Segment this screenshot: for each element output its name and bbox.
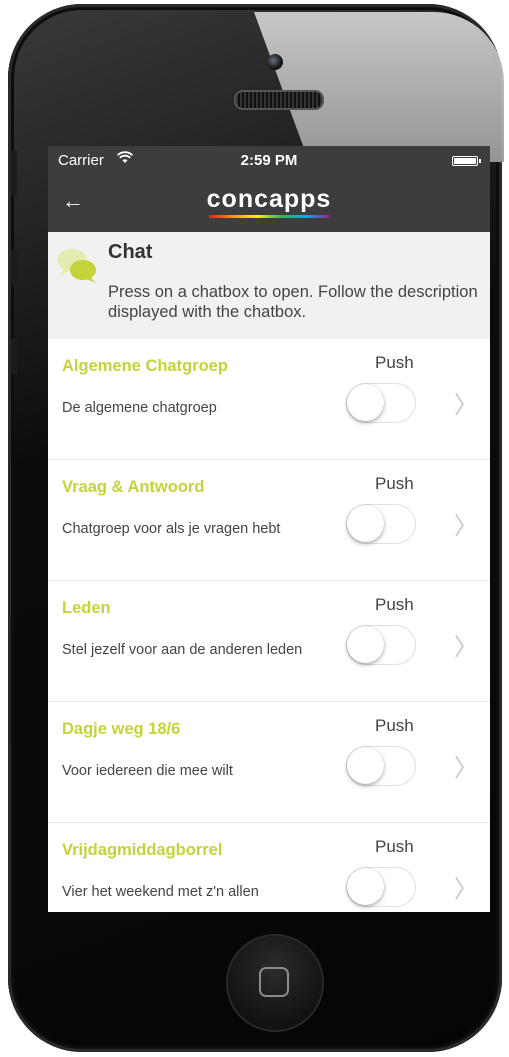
chatbox-row[interactable]: Algemene Chatgroep De algemene chatgroep… [48, 339, 490, 460]
logo-color-bar [208, 215, 330, 218]
push-label: Push [375, 837, 414, 856]
push-toggle[interactable] [346, 867, 416, 907]
chatbox-description: Vier het weekend met z'n allen [62, 884, 259, 900]
chatbox-description: Stel jezelf voor aan de anderen leden [62, 642, 303, 658]
chatbox-title: Dagje weg 18/6 [62, 720, 181, 738]
home-button[interactable] [228, 936, 322, 1030]
front-camera [267, 54, 283, 70]
chatbox-description: Voor iedereen die mee wilt [62, 763, 233, 779]
toggle-knob [347, 747, 384, 784]
page-description: Press on a chatbox to open. Follow the d… [108, 283, 478, 321]
push-toggle[interactable] [346, 504, 416, 544]
toggle-knob [347, 384, 384, 421]
chatbox-title: Leden [62, 599, 111, 617]
push-toggle[interactable] [346, 746, 416, 786]
toggle-knob [347, 505, 384, 542]
chatbox-title: Vrijdagmiddagborrel [62, 841, 223, 859]
push-label: Push [375, 474, 414, 493]
app-screen: Carrier 2:59 PM ← concapps Chat Press on… [48, 146, 490, 912]
volume-up-button [11, 250, 17, 286]
chevron-right-icon[interactable]: 〉 [454, 748, 478, 783]
push-label: Push [375, 353, 414, 372]
push-toggle[interactable] [346, 383, 416, 423]
chatbox-description: Chatgroep voor als je vragen hebt [62, 521, 281, 537]
status-bar: Carrier 2:59 PM [48, 146, 490, 176]
earpiece-speaker [234, 90, 324, 110]
chatbox-title: Vraag & Antwoord [62, 478, 205, 496]
push-label: Push [375, 595, 414, 614]
nav-bar: ← concapps [48, 176, 490, 232]
volume-down-button [11, 338, 17, 374]
home-square-icon [259, 967, 289, 997]
chevron-right-icon[interactable]: 〉 [454, 385, 478, 420]
push-toggle[interactable] [346, 625, 416, 665]
chat-bubbles-icon [57, 249, 96, 283]
chatbox-list: Algemene Chatgroep De algemene chatgroep… [48, 339, 490, 912]
toggle-knob [347, 626, 384, 663]
phone-reflection [254, 12, 504, 162]
chatbox-description: De algemene chatgroep [62, 400, 217, 416]
chevron-right-icon[interactable]: 〉 [454, 506, 478, 541]
mute-switch [11, 150, 17, 196]
chevron-right-icon[interactable]: 〉 [454, 627, 478, 662]
app-logo-text: concapps [206, 185, 332, 213]
page-title: Chat [108, 241, 153, 263]
chatbox-row[interactable]: Vraag & Antwoord Chatgroep voor als je v… [48, 460, 490, 581]
push-label: Push [375, 716, 414, 735]
chevron-right-icon[interactable]: 〉 [454, 869, 478, 904]
status-time: 2:59 PM [240, 152, 298, 169]
battery-icon [452, 156, 481, 166]
chatbox-row[interactable]: Leden Stel jezelf voor aan de anderen le… [48, 581, 490, 702]
toggle-knob [347, 868, 384, 905]
app-logo: concapps [48, 185, 490, 218]
chat-header: Chat Press on a chatbox to open. Follow … [48, 232, 490, 339]
chatbox-title: Algemene Chatgroep [62, 357, 228, 375]
chatbox-row[interactable]: Dagje weg 18/6 Voor iedereen die mee wil… [48, 702, 490, 823]
chatbox-row[interactable]: Vrijdagmiddagborrel Vier het weekend met… [48, 823, 490, 912]
